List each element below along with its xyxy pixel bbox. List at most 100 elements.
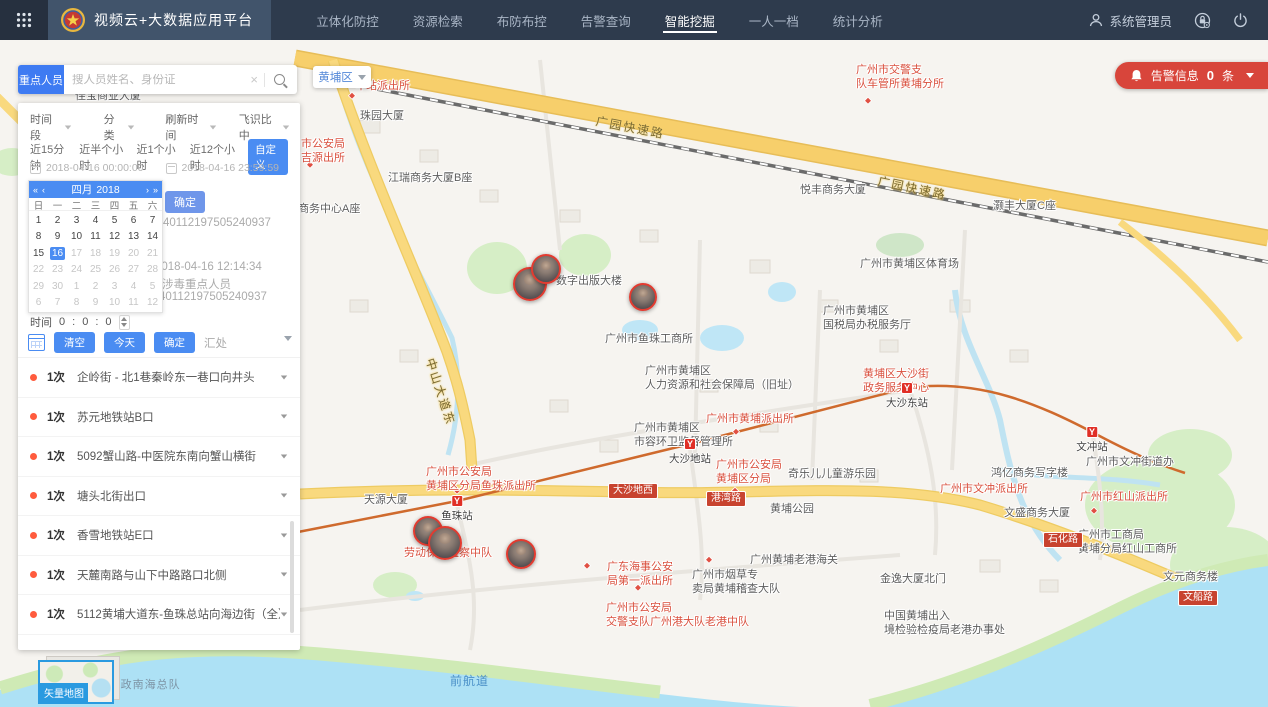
search-icon[interactable] (274, 74, 285, 85)
calendar-day[interactable]: 10 (107, 296, 122, 309)
calendar-grid-button[interactable] (28, 334, 45, 351)
face-capture-marker[interactable] (531, 254, 561, 284)
end-datetime[interactable]: 2018-04-16 23:59:59 (182, 162, 280, 174)
face-capture-marker[interactable] (428, 526, 462, 560)
calendar-day[interactable]: 27 (126, 263, 141, 276)
metro-station[interactable]: 鱼珠站 (441, 495, 473, 523)
logout-button[interactable] (1233, 13, 1248, 28)
calendar-day[interactable]: 9 (50, 230, 65, 243)
clear-button[interactable]: 清空 (54, 332, 95, 353)
calendar-day[interactable]: 13 (126, 230, 141, 243)
calendar-day[interactable]: 21 (145, 247, 160, 260)
menu-item[interactable]: 布防布控 (480, 0, 564, 40)
calendar-day[interactable]: 10 (69, 230, 84, 243)
calendar-day[interactable]: 11 (126, 296, 141, 309)
calendar-day[interactable]: 7 (50, 296, 65, 309)
calendar-day[interactable]: 24 (69, 263, 84, 276)
chevron-down-icon[interactable] (281, 415, 287, 419)
calendar-day[interactable]: 6 (126, 214, 141, 227)
metro-station[interactable]: 大沙东站 (886, 382, 928, 410)
calendar-day[interactable]: 19 (107, 247, 122, 260)
chevron-down-icon[interactable] (281, 454, 287, 458)
year-select[interactable]: 2018 (96, 184, 119, 196)
location-row[interactable]: 1次 5112黄埔大道东-鱼珠总站向海边街（全） (18, 595, 300, 635)
alert-info-pill[interactable]: 告警信息 0 条 (1115, 62, 1268, 89)
calendar-day[interactable]: 25 (88, 263, 103, 276)
menu-item[interactable]: 一人一档 (732, 0, 816, 40)
calendar-day[interactable]: 29 (31, 280, 46, 293)
hour-value[interactable]: 0 (59, 316, 65, 328)
calendar-day[interactable]: 2 (88, 280, 103, 293)
confirm-button[interactable]: 确定 (154, 332, 195, 353)
calendar-day[interactable]: 12 (145, 296, 160, 309)
key-person-tag[interactable]: 重点人员 (18, 65, 64, 94)
calendar-day[interactable]: 16 (50, 247, 65, 260)
chevron-down-icon[interactable] (281, 494, 287, 498)
calendar-day[interactable]: 3 (69, 214, 84, 227)
menu-item[interactable]: 资源检索 (396, 0, 480, 40)
calendar-day[interactable]: 1 (69, 280, 84, 293)
chevron-down-icon[interactable] (281, 375, 287, 379)
search-input[interactable] (64, 74, 244, 86)
menu-item[interactable]: 智能挖掘 (648, 0, 732, 40)
prev-year-icon[interactable]: « (33, 185, 38, 195)
calendar-day[interactable]: 18 (88, 247, 103, 260)
calendar-day[interactable]: 4 (88, 214, 103, 227)
prev-month-icon[interactable]: ‹ (42, 185, 45, 195)
calendar-day[interactable]: 5 (107, 214, 122, 227)
calendar-day[interactable]: 28 (145, 263, 160, 276)
calendar-day[interactable]: 22 (31, 263, 46, 276)
location-row[interactable]: 1次 5092蟹山路-中医院东南向蟹山横街 (18, 437, 300, 477)
location-row[interactable]: 1次 塘头北街出口 (18, 477, 300, 517)
calendar-day[interactable]: 3 (107, 280, 122, 293)
clear-icon[interactable]: × (244, 72, 264, 87)
calendar-day[interactable]: 8 (31, 230, 46, 243)
location-row[interactable]: 1次 香雪地铁站E口 (18, 516, 300, 556)
user-menu[interactable]: 系统管理员 (1089, 11, 1172, 30)
calendar-day[interactable]: 17 (69, 247, 84, 260)
start-datetime[interactable]: 2018-04-16 00:00:00 (46, 162, 144, 174)
calendar-day[interactable]: 7 (145, 214, 160, 227)
chevron-down-icon[interactable] (281, 533, 287, 537)
today-button[interactable]: 今天 (104, 332, 145, 353)
face-capture-marker[interactable] (629, 283, 657, 311)
calendar-day[interactable]: 9 (88, 296, 103, 309)
menu-item[interactable]: 统计分析 (816, 0, 900, 40)
calendar-day[interactable]: 15 (31, 247, 46, 260)
next-year-icon[interactable]: » (153, 185, 158, 195)
calendar-day[interactable]: 8 (69, 296, 84, 309)
metro-station[interactable]: 文冲站 (1076, 426, 1108, 454)
location-row[interactable]: 1次 苏元地铁站B口 (18, 398, 300, 438)
panel-scrollbar[interactable] (290, 521, 294, 633)
calendar-day[interactable]: 20 (126, 247, 141, 260)
time-stepper[interactable] (119, 315, 130, 330)
face-capture-marker[interactable] (506, 539, 536, 569)
calendar-day[interactable]: 4 (126, 280, 141, 293)
month-select[interactable]: 四月 (71, 182, 92, 197)
second-value[interactable]: 0 (105, 316, 111, 328)
calendar-day[interactable]: 26 (107, 263, 122, 276)
calendar-day[interactable]: 14 (145, 230, 160, 243)
chevron-down-icon[interactable] (284, 336, 292, 341)
menu-item[interactable]: 立体化防控 (299, 0, 396, 40)
calendar-day[interactable]: 6 (31, 296, 46, 309)
calendar-day[interactable]: 5 (145, 280, 160, 293)
location-row[interactable]: 1次 企岭街 - 北1巷秦岭东一巷口向井头 (18, 358, 300, 398)
metro-station[interactable]: 大沙地站 (669, 438, 711, 466)
confirm-button-secondary[interactable]: 确定 (165, 191, 205, 213)
next-month-icon[interactable]: › (146, 185, 149, 195)
chevron-down-icon[interactable] (281, 573, 287, 577)
minute-value[interactable]: 0 (82, 316, 88, 328)
security-settings-button[interactable] (1194, 12, 1211, 29)
district-dropdown[interactable]: 黄埔区 (313, 66, 371, 88)
calendar-day[interactable]: 12 (107, 230, 122, 243)
calendar-day[interactable]: 30 (50, 280, 65, 293)
minimap-switcher[interactable]: 矢量地图 (38, 660, 114, 704)
calendar-day[interactable]: 2 (50, 214, 65, 227)
location-row[interactable]: 1次 天麓南路与山下中路路口北侧 (18, 556, 300, 596)
calendar-day[interactable]: 23 (50, 263, 65, 276)
menu-item[interactable]: 告警查询 (564, 0, 648, 40)
chevron-down-icon[interactable] (281, 612, 287, 616)
calendar-day[interactable]: 1 (31, 214, 46, 227)
apps-grid-button[interactable] (0, 0, 48, 40)
